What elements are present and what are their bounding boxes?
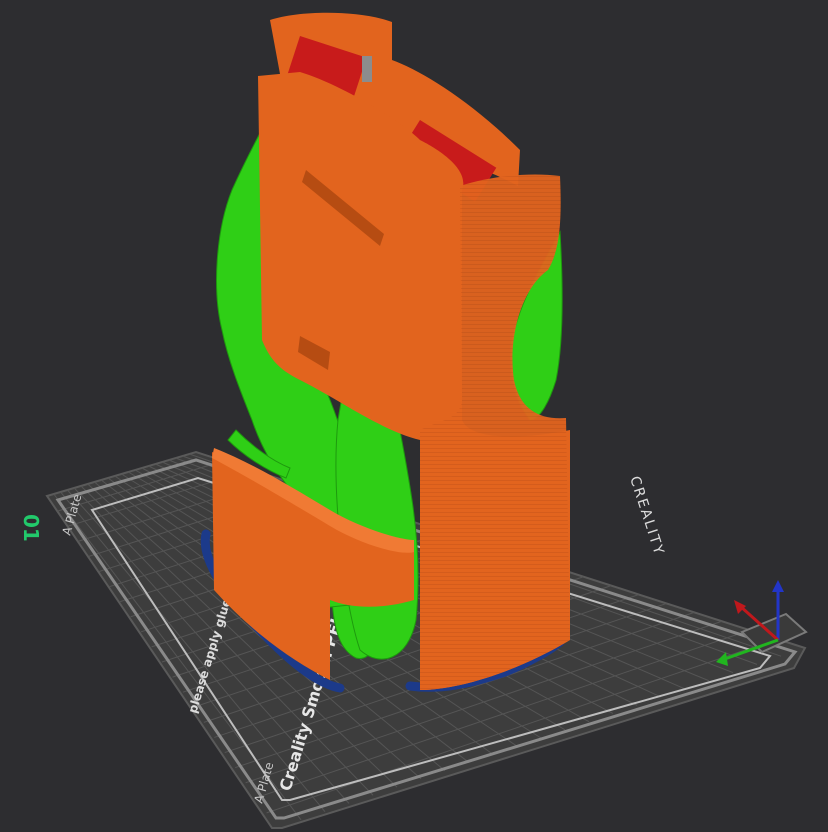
model-pin (362, 56, 372, 82)
z-axis-head (772, 580, 784, 592)
plate-number: 01 (19, 514, 43, 542)
3d-viewport[interactable]: 01 A Plate A Plate please apply glue bef… (0, 0, 828, 832)
x-axis-head (734, 600, 746, 614)
plate-brand: CREALITY (626, 474, 667, 558)
